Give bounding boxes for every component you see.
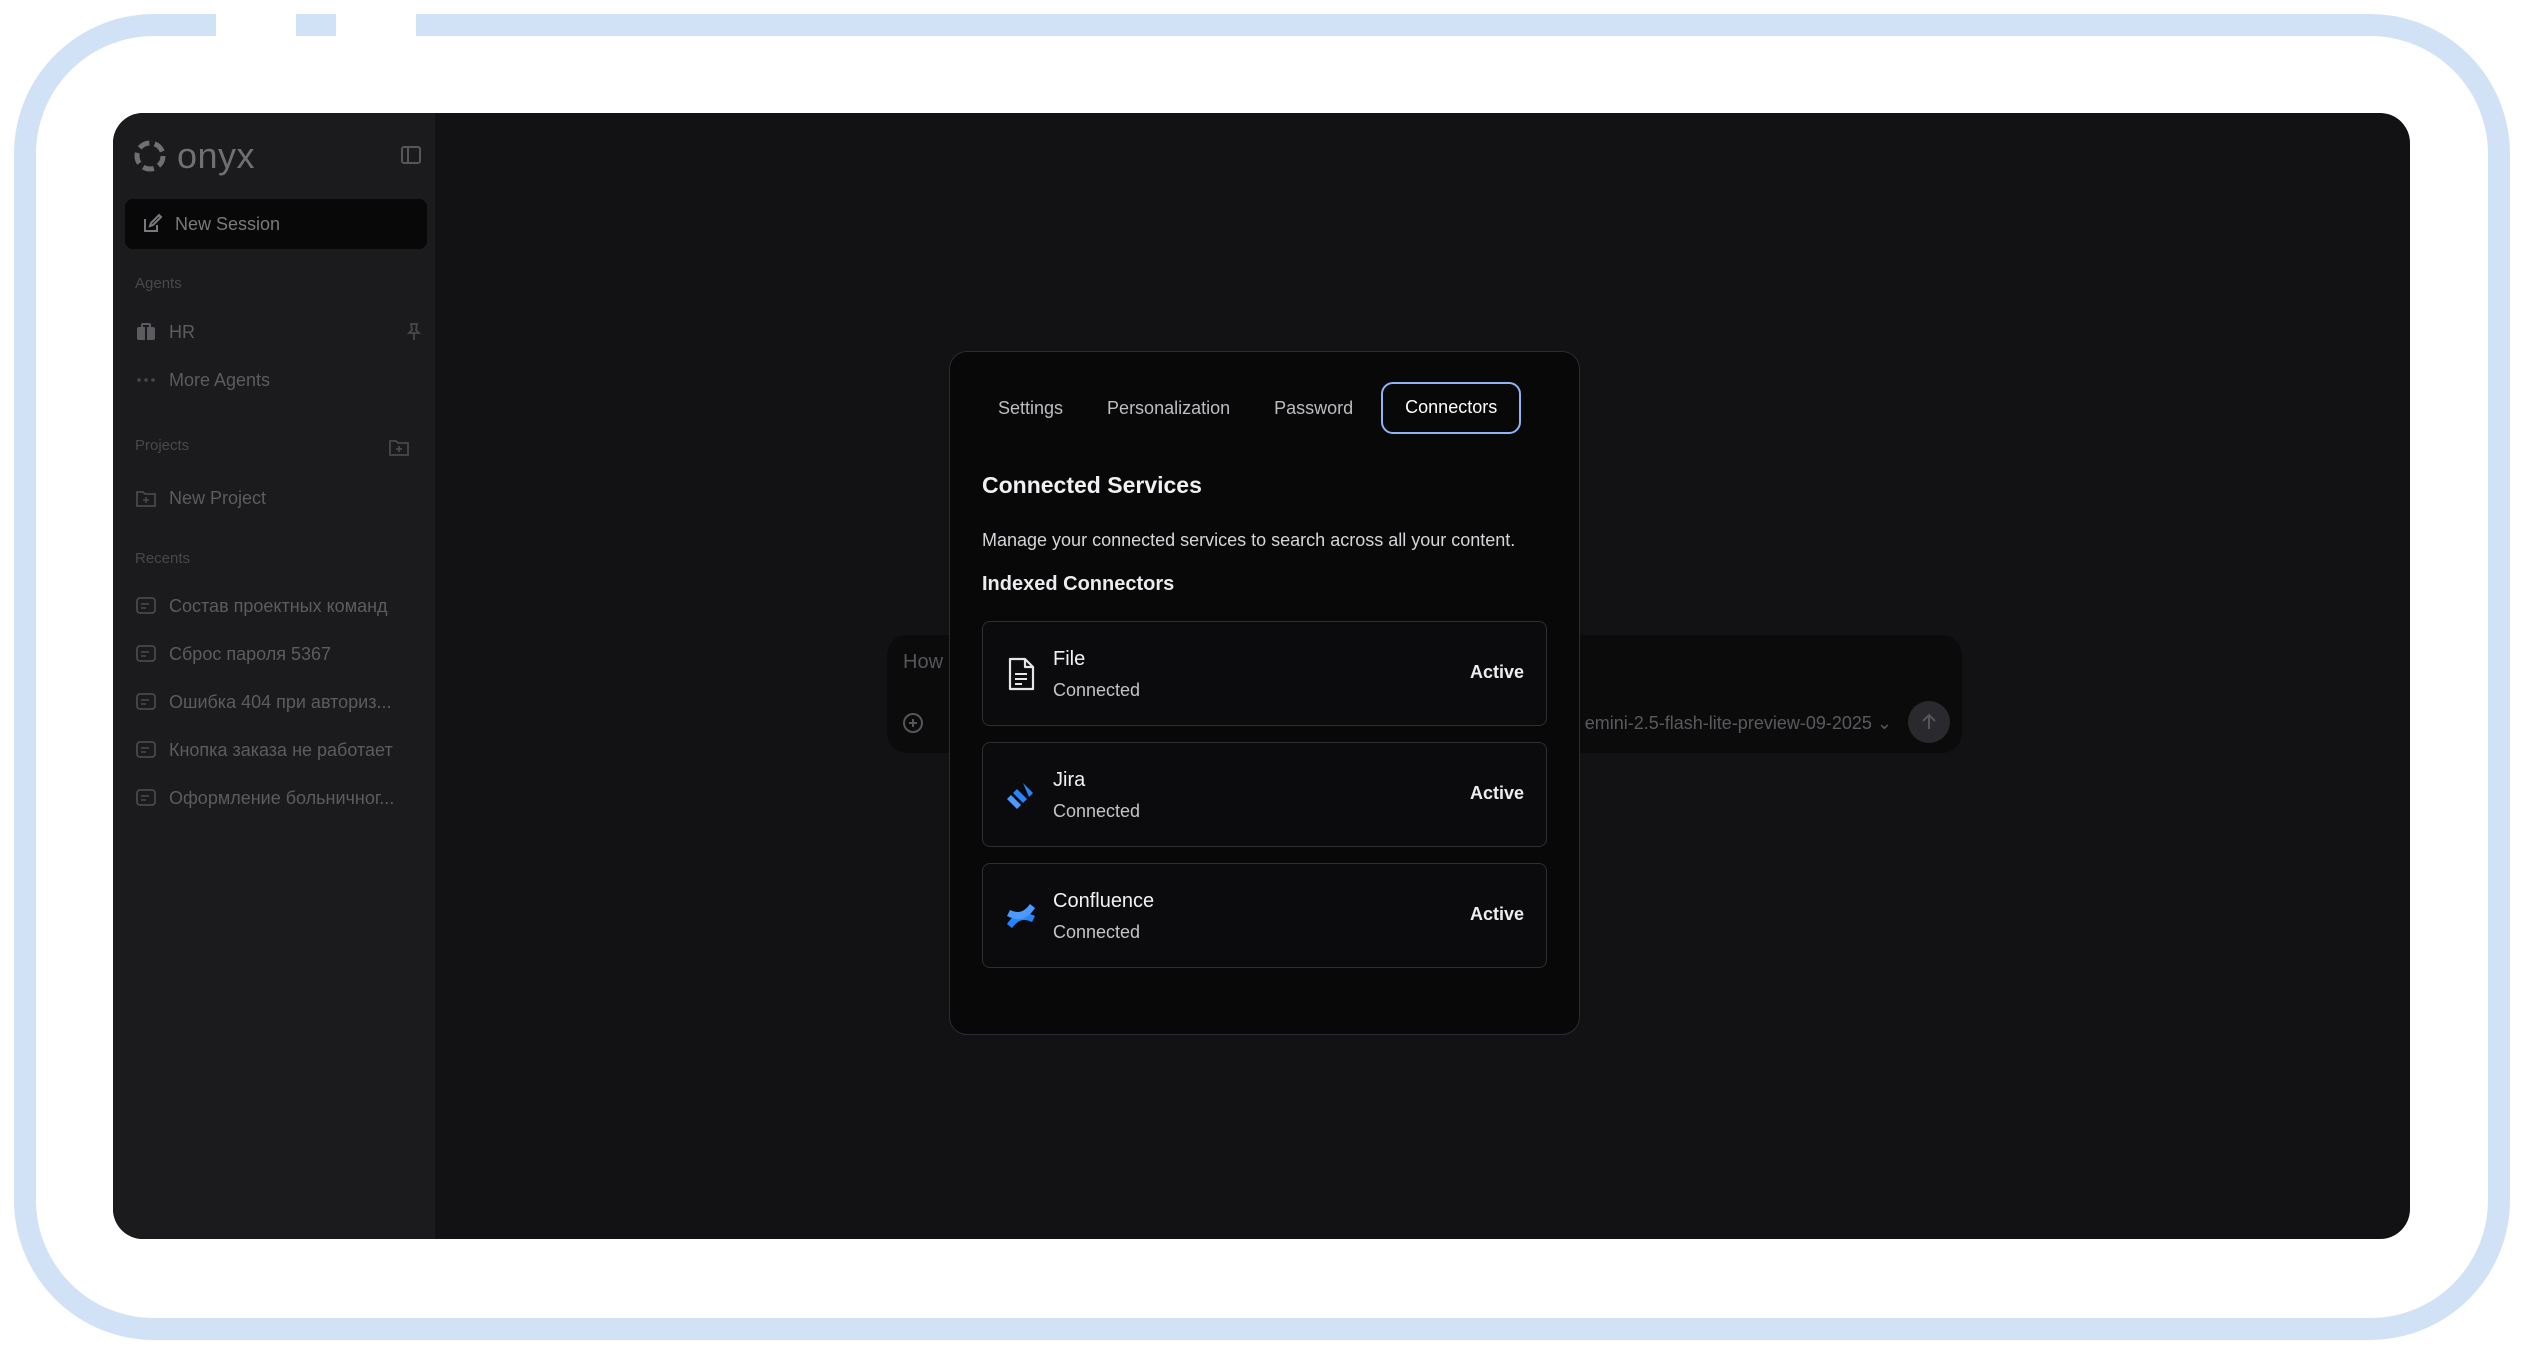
recent-chat-item[interactable]: Ошибка 404 при авториз... [135,687,425,717]
tab-settings[interactable]: Settings [976,382,1085,434]
projects-section-label: Projects [135,437,190,454]
hr-agent-icon [137,323,155,340]
connector-name: File [1053,648,1086,670]
chat-bubble-icon [136,693,156,710]
new-project-label: New Project [169,487,267,508]
add-project-icon[interactable] [387,435,411,459]
tab-password[interactable]: Password [1252,382,1375,434]
pin-icon[interactable] [403,321,425,343]
active-badge: Active [1469,662,1524,682]
file-icon [1008,657,1035,691]
confluence-icon [1007,904,1035,928]
sidebar-item-more-agents[interactable]: More Agents [135,365,425,395]
connector-status: Connected [1053,922,1141,942]
add-attachment-icon[interactable] [901,711,925,735]
settings-modal: Settings Personalization Password Connec… [949,351,1580,1035]
logo-text: onyx [177,135,256,176]
connector-status: Connected [1053,801,1141,821]
send-button[interactable] [1908,701,1950,743]
agent-label: More Agents [169,369,271,390]
sidebar-item-hr[interactable]: HR [135,317,425,347]
recent-chat-label: Сброс пароля 5367 [169,643,332,664]
connector-card-file[interactable]: File Connected Active [982,621,1547,726]
sidebar-collapse-icon[interactable] [399,143,423,167]
recent-chat-item[interactable]: Состав проектных команд [135,591,425,621]
recent-chat-item[interactable]: Кнопка заказа не работает [135,735,425,765]
model-name: emini-2.5-flash-lite-preview-09-2025 [1584,713,1872,733]
recent-chat-item[interactable]: Сброс пароля 5367 [135,639,425,669]
connector-name: Confluence [1053,890,1155,912]
tab-personalization[interactable]: Personalization [1085,382,1252,434]
active-badge: Active [1469,783,1524,803]
new-session-label: New Session [175,213,281,234]
folder-plus-icon [136,491,156,507]
frame-notch [336,14,416,40]
logo-row: onyx [133,131,423,181]
composer-placeholder: How [903,651,944,673]
frame-notch [216,14,296,40]
recent-chat-label: Оформление больничног... [169,787,395,808]
edit-icon [144,213,163,232]
new-session-button[interactable]: New Session [125,199,427,249]
recent-chat-label: Состав проектных команд [169,595,388,616]
active-badge: Active [1469,904,1524,924]
connector-name: Jira [1053,769,1086,791]
chat-bubble-icon [136,645,156,662]
arrow-up-icon [1922,713,1936,729]
modal-title: Connected Services [982,472,1202,498]
app-window: onyx New Session Agents HR More Agents P… [113,113,2410,1239]
model-selector[interactable]: emini-2.5-flash-lite-preview-09-2025 ⌄ [1585,713,1892,734]
chevron-down-icon: ⌄ [1876,713,1892,733]
onyx-logo-icon [134,140,166,172]
more-dots-icon [137,378,155,382]
recents-section-label: Recents [135,550,191,567]
sidebar-item-new-project[interactable]: New Project [135,483,425,513]
connector-status: Connected [1053,680,1141,700]
settings-tabs: Settings Personalization Password Connec… [976,382,1522,434]
recent-chat-label: Ошибка 404 при авториз... [169,691,392,712]
modal-description: Manage your connected services to search… [982,530,1516,550]
agent-label: HR [169,321,195,342]
recent-chat-item[interactable]: Оформление больничног... [135,783,425,813]
chat-bubble-icon [136,597,156,614]
connector-card-jira[interactable]: Jira Connected Active [982,742,1547,847]
jira-icon [1007,783,1033,809]
chat-bubble-icon [136,741,156,758]
connector-card-confluence[interactable]: Confluence Connected Active [982,863,1547,968]
indexed-connectors-title: Indexed Connectors [982,573,1175,595]
tab-connectors[interactable]: Connectors [1381,382,1522,434]
agents-section-label: Agents [135,275,182,292]
sidebar: onyx New Session Agents HR More Agents P… [113,113,435,1239]
chat-bubble-icon [136,789,156,806]
recent-chat-label: Кнопка заказа не работает [169,739,393,760]
